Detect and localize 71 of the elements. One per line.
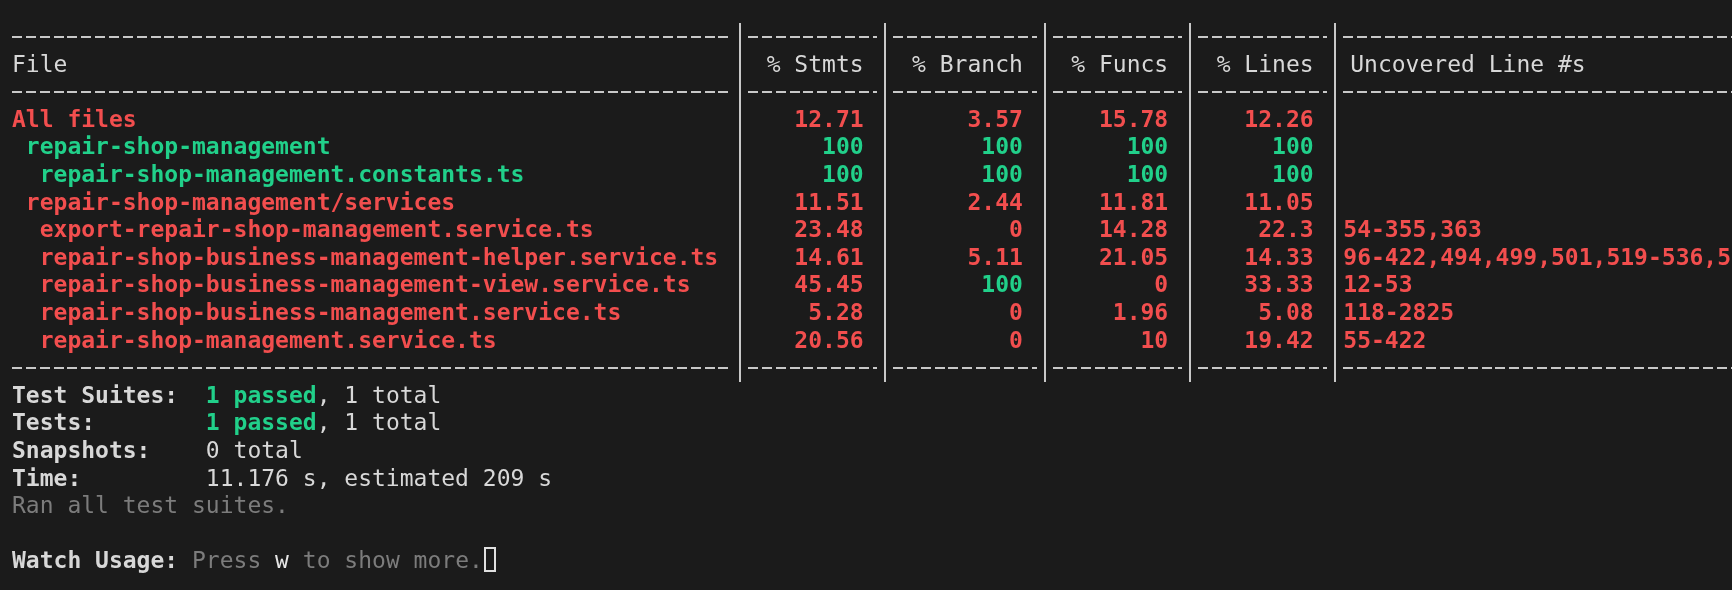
file-name: repair-shop-management.constants.ts <box>39 160 525 189</box>
column-header: % Funcs <box>1071 50 1169 79</box>
file-name: export-repair-shop-management.service.ts <box>39 216 594 244</box>
watch-label: Watch Usage: <box>12 547 180 575</box>
summary-label: Tests: <box>12 409 97 437</box>
column-header: Uncovered Line #s <box>1350 50 1586 79</box>
uncovered-lines: 12-53 <box>1343 271 1413 299</box>
table-cell: 0 <box>1154 271 1169 299</box>
table-cell: 3.57 <box>967 105 1023 134</box>
table-cell: 100 <box>981 160 1023 189</box>
summary-value: 0 total <box>205 436 303 465</box>
table-cell: 100 <box>1126 133 1169 161</box>
summary-value: 1 passed <box>205 381 317 410</box>
summary-value: 11.176 s, estimated 209 s <box>205 464 553 493</box>
table-cell: 19.42 <box>1244 326 1314 355</box>
table-cell: 100 <box>822 133 864 161</box>
file-name: repair-shop-management.service.ts <box>39 326 497 355</box>
watch-hint: to show more. <box>301 547 483 575</box>
table-cell: 14.28 <box>1098 216 1169 244</box>
summary-value: , 1 total <box>316 381 442 410</box>
summary-value: 1 passed <box>205 409 317 437</box>
table-cell: 5.08 <box>1258 298 1314 327</box>
table-cell: 14.33 <box>1244 243 1314 272</box>
table-cell: 2.44 <box>967 188 1023 217</box>
table-cell: 5.11 <box>967 243 1023 272</box>
column-header: % Branch <box>912 50 1023 79</box>
table-cell: 21.05 <box>1098 243 1169 272</box>
file-name: repair-shop-management <box>25 133 331 161</box>
table-cell: 12.71 <box>794 105 864 134</box>
table-cell: 23.48 <box>794 216 864 244</box>
table-cell: 0 <box>1008 216 1023 244</box>
table-cell: 22.3 <box>1258 216 1314 244</box>
table-cell: 10 <box>1140 326 1169 355</box>
table-cell: 100 <box>822 160 864 189</box>
watch-hint: Press <box>192 547 263 575</box>
file-name: repair-shop-management/services <box>25 188 456 217</box>
table-cell: 100 <box>1272 160 1314 189</box>
uncovered-lines: 54-355,363 <box>1343 216 1482 244</box>
uncovered-lines: 55-422 <box>1343 326 1427 355</box>
table-cell: 0 <box>1008 298 1023 327</box>
column-header: % Lines <box>1216 50 1314 79</box>
table-cell: 11.51 <box>794 188 864 217</box>
column-header: File <box>12 50 68 79</box>
table-cell: 100 <box>1126 160 1169 189</box>
table-cell: 20.56 <box>794 326 864 355</box>
table-cell: 15.78 <box>1098 105 1169 134</box>
table-cell: 100 <box>981 133 1023 161</box>
table-cell: 0 <box>1008 326 1023 355</box>
summary-label: Time: <box>12 464 83 493</box>
summary-label: Test Suites: <box>12 381 180 410</box>
table-cell: 14.61 <box>794 243 864 272</box>
table-cell: 45.45 <box>794 271 864 299</box>
uncovered-lines: 118-2825 <box>1343 298 1455 327</box>
table-cell: 12.26 <box>1244 105 1314 134</box>
table-cell: 5.28 <box>808 298 864 327</box>
summary-value: , 1 total <box>316 409 442 437</box>
table-cell: 1.96 <box>1112 298 1169 327</box>
status-message: Ran all test suites. <box>12 492 289 520</box>
table-cell: 11.81 <box>1098 188 1169 217</box>
column-header: % Stmts <box>766 50 864 79</box>
table-cell: 100 <box>1272 133 1314 161</box>
uncovered-lines: 96-422,494,499,501,519-536,5 <box>1343 243 1732 272</box>
table-cell: 100 <box>981 271 1023 299</box>
watch-hint: w <box>275 547 289 575</box>
summary-label: Snapshots: <box>12 436 152 465</box>
table-cell: 11.05 <box>1244 188 1314 217</box>
file-name: repair-shop-business-management.service.ts <box>39 298 622 327</box>
table-cell: 33.33 <box>1244 271 1314 299</box>
file-name: repair-shop-business-management-view.service.ts <box>39 271 691 299</box>
file-name: All files <box>12 105 137 134</box>
file-name: repair-shop-business-management-helper.service.ts <box>39 243 719 272</box>
